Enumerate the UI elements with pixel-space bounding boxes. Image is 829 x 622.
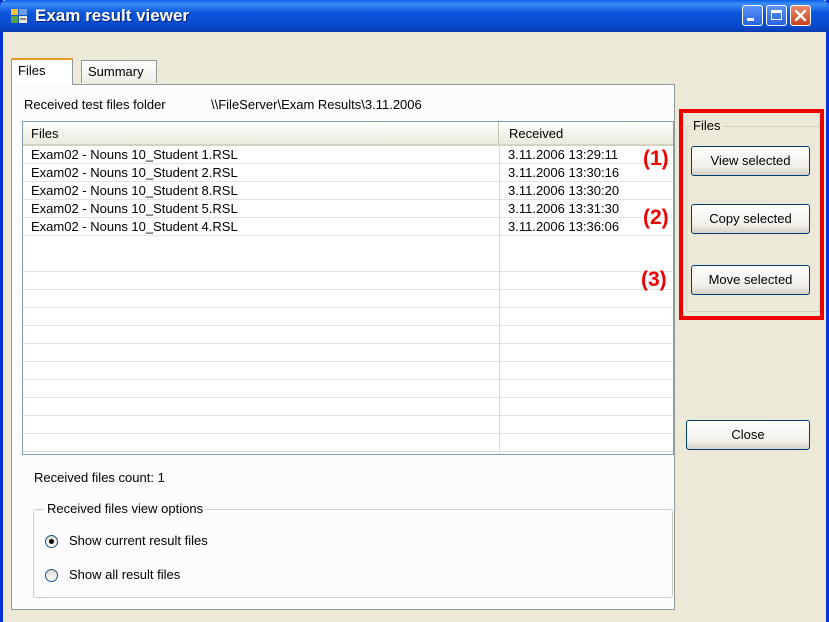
received-cell: 3.11.2006 13:30:20 <box>508 183 620 198</box>
file-name-cell: Exam02 - Nouns 10_Student 8.RSL <box>31 183 238 198</box>
empty-row <box>23 290 673 308</box>
file-name-cell: Exam02 - Nouns 10_Student 2.RSL <box>31 165 238 180</box>
empty-row <box>23 398 673 416</box>
received-cell: 3.11.2006 13:36:06 <box>508 219 620 234</box>
files-list[interactable]: Files Received Exam02 - Nouns 10_Student… <box>22 121 674 455</box>
received-files-count: Received files count: 1 <box>34 470 165 485</box>
annotation-marker-1: (1) <box>643 147 669 170</box>
received-cell: 3.11.2006 13:31:30 <box>508 201 620 216</box>
show-all-radio[interactable] <box>45 569 58 582</box>
highlight-box <box>679 109 824 320</box>
annotation-marker-3: (3) <box>641 268 667 291</box>
tab-summary[interactable]: Summary <box>81 60 157 83</box>
received-cell: 3.11.2006 13:29:11 <box>508 147 619 162</box>
view-options-groupbox <box>33 509 673 598</box>
maximize-button[interactable] <box>766 5 787 26</box>
close-button[interactable]: Close <box>686 420 810 450</box>
empty-row <box>23 308 673 326</box>
column-header-received[interactable]: Received <box>500 122 670 144</box>
table-row[interactable]: Exam02 - Nouns 10_Student 8.RSL 3.11.200… <box>23 182 673 200</box>
show-current-label[interactable]: Show current result files <box>69 533 208 548</box>
empty-row <box>23 344 673 362</box>
minimize-button[interactable] <box>742 5 763 26</box>
empty-row <box>23 416 673 434</box>
table-row[interactable]: Exam02 - Nouns 10_Student 1.RSL 3.11.200… <box>23 146 673 164</box>
show-all-label[interactable]: Show all result files <box>69 567 180 582</box>
table-row[interactable]: Exam02 - Nouns 10_Student 2.RSL 3.11.200… <box>23 164 673 182</box>
empty-row <box>23 434 673 452</box>
empty-row <box>23 326 673 344</box>
folder-path: \\FileServer\Exam Results\3.11.2006 <box>211 97 422 112</box>
close-icon <box>794 9 807 22</box>
received-cell: 3.11.2006 13:30:16 <box>508 165 620 180</box>
file-name-cell: Exam02 - Nouns 10_Student 1.RSL <box>31 147 238 162</box>
close-window-button[interactable] <box>790 5 811 26</box>
show-current-radio[interactable] <box>45 535 58 548</box>
empty-row <box>23 254 673 272</box>
app-icon <box>11 9 27 23</box>
window-title: Exam result viewer <box>35 6 190 25</box>
empty-row <box>23 362 673 380</box>
tab-files[interactable]: Files <box>11 58 73 85</box>
table-row[interactable]: Exam02 - Nouns 10_Student 5.RSL 3.11.200… <box>23 200 673 218</box>
file-name-cell: Exam02 - Nouns 10_Student 5.RSL <box>31 201 238 216</box>
annotation-marker-2: (2) <box>643 206 669 229</box>
folder-label: Received test files folder <box>24 97 166 112</box>
view-options-label: Received files view options <box>44 501 207 516</box>
list-header: Files Received <box>23 122 673 146</box>
table-row[interactable]: Exam02 - Nouns 10_Student 4.RSL 3.11.200… <box>23 218 673 236</box>
title-bar[interactable]: Exam result viewer <box>0 0 829 32</box>
file-name-cell: Exam02 - Nouns 10_Student 4.RSL <box>31 219 238 234</box>
empty-row <box>23 272 673 290</box>
empty-row <box>23 380 673 398</box>
column-header-files[interactable]: Files <box>23 122 499 144</box>
